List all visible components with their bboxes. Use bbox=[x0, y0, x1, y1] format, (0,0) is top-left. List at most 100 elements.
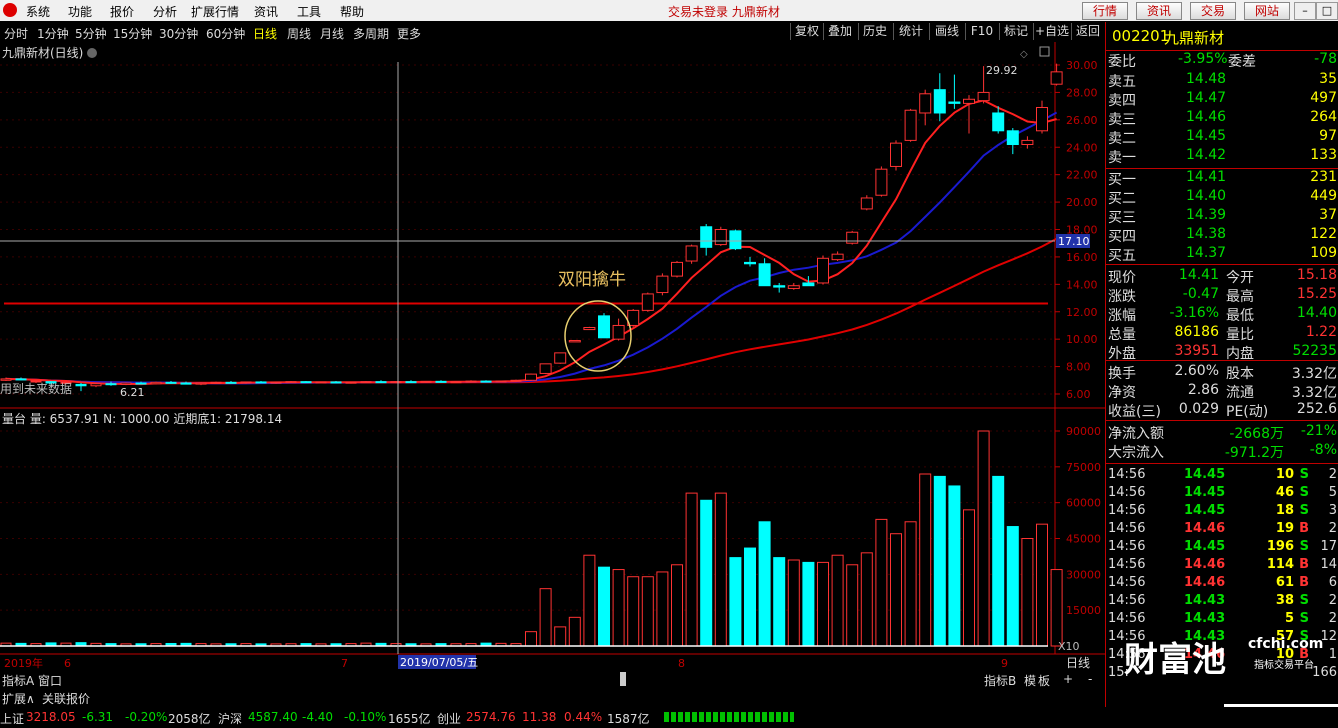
stats-button[interactable]: 统计 bbox=[893, 23, 928, 40]
candle-body bbox=[450, 381, 462, 384]
period-more[interactable]: 更多 bbox=[397, 25, 421, 42]
f10-button[interactable]: F10 bbox=[965, 23, 998, 40]
candle-body bbox=[195, 382, 207, 385]
volume-bar bbox=[860, 552, 873, 647]
volume-series bbox=[0, 430, 1063, 647]
hs-label[interactable]: 沪深 bbox=[218, 710, 242, 727]
sh-label[interactable]: 上证 bbox=[0, 710, 24, 727]
menu-function[interactable]: 功能 bbox=[68, 3, 92, 20]
period-daily[interactable]: 日线 bbox=[253, 25, 277, 42]
tick-volume: 46 bbox=[1275, 485, 1294, 500]
menu-help[interactable]: 帮助 bbox=[340, 3, 364, 20]
minimize-button[interactable]: – bbox=[1294, 2, 1316, 20]
volume-bar bbox=[787, 559, 800, 647]
date-axis-view[interactable]: 日线 bbox=[1066, 656, 1090, 670]
pane-max-icon[interactable] bbox=[1039, 46, 1050, 57]
candle-body bbox=[75, 383, 87, 387]
zoom-in-button[interactable]: + bbox=[1063, 672, 1073, 686]
volume-bar bbox=[525, 631, 537, 647]
chart-area[interactable]: 30.0028.0026.0024.0022.0020.0018.0016.00… bbox=[0, 42, 1105, 688]
volume-bar bbox=[992, 475, 1005, 647]
tab-indicator-b[interactable]: 指标B bbox=[984, 672, 1016, 689]
price-stats: 现价 14.41 今开 15.18 涨跌 -0.47 最高 15.25 涨幅 -3.16% 最低 14… bbox=[1106, 264, 1338, 362]
candle-body bbox=[300, 381, 312, 384]
candle-body bbox=[612, 324, 625, 340]
bid-row: 买三 14.39 37 bbox=[1106, 207, 1338, 226]
chart-options-icon[interactable] bbox=[87, 48, 97, 58]
period-monthly[interactable]: 月线 bbox=[320, 25, 344, 42]
add-watchlist-button[interactable]: +自选 bbox=[1033, 23, 1070, 40]
cy-label[interactable]: 创业 bbox=[437, 710, 461, 727]
period-1min[interactable]: 1分钟 bbox=[37, 25, 69, 42]
tick-side: S bbox=[1299, 503, 1309, 518]
candle-body bbox=[583, 327, 596, 331]
candle-body bbox=[744, 261, 756, 265]
chart-title: 九鼎新材(日线) bbox=[2, 45, 83, 60]
period-15min[interactable]: 15分钟 bbox=[113, 25, 152, 42]
period-timeshare[interactable]: 分时 bbox=[4, 25, 28, 42]
candle-body bbox=[671, 261, 683, 277]
stat-value: 52235 bbox=[1292, 343, 1337, 359]
menu-extended[interactable]: 扩展行情 bbox=[191, 3, 239, 20]
menu-quote[interactable]: 报价 bbox=[110, 3, 134, 20]
bid-price: 14.41 bbox=[1186, 169, 1227, 185]
stat-value: 15.25 bbox=[1296, 286, 1337, 302]
tick-row: 14:56 14.43 38 S 2 bbox=[1106, 593, 1338, 611]
candle-body bbox=[315, 381, 327, 384]
candle-body bbox=[817, 257, 829, 284]
tab-window[interactable]: 窗口 bbox=[38, 672, 62, 689]
watermark-title: 财富池 bbox=[1124, 640, 1226, 680]
period-multi[interactable]: 多周期 bbox=[353, 25, 389, 42]
crosshair-price-label: 17.10 bbox=[1058, 235, 1090, 248]
zoom-out-button[interactable]: - bbox=[1088, 672, 1092, 686]
tab-related-quote[interactable]: 关联报价 bbox=[42, 690, 90, 707]
mark-button[interactable]: 标记 bbox=[999, 23, 1032, 40]
market-breadth-bar bbox=[664, 712, 794, 722]
ask-volume: 264 bbox=[1310, 109, 1337, 125]
menu-tools[interactable]: 工具 bbox=[297, 3, 321, 20]
tick-row: 14:56 14.45 46 S 5 bbox=[1106, 485, 1338, 503]
volume-bar bbox=[919, 473, 932, 647]
history-button[interactable]: 历史 bbox=[858, 23, 891, 40]
tick-list[interactable]: 14:56 14.45 10 S 2 14:56 14.45 46 S 5 14:56 14.45 18… bbox=[1106, 463, 1338, 680]
period-weekly[interactable]: 周线 bbox=[287, 25, 311, 42]
candle-body bbox=[210, 381, 222, 384]
period-5min[interactable]: 5分钟 bbox=[75, 25, 107, 42]
stat-label: 涨跌 bbox=[1108, 289, 1136, 305]
ma-long-line bbox=[5, 237, 1058, 384]
candle-body bbox=[1006, 130, 1019, 146]
template-button[interactable]: 模 bbox=[1024, 672, 1036, 689]
market-button[interactable]: 行情 bbox=[1082, 2, 1128, 20]
maximize-button[interactable]: □ bbox=[1316, 2, 1338, 20]
stat-row: 涨跌 -0.47 最高 15.25 bbox=[1106, 286, 1338, 305]
website-button[interactable]: 网站 bbox=[1244, 2, 1290, 20]
draw-button[interactable]: 画线 bbox=[929, 23, 964, 40]
tick-count: 6 bbox=[1328, 575, 1337, 590]
menu-news[interactable]: 资讯 bbox=[254, 3, 278, 20]
trade-button[interactable]: 交易 bbox=[1190, 2, 1236, 20]
overlay-button[interactable]: 叠加 bbox=[823, 23, 856, 40]
ask-level-label: 卖五 bbox=[1108, 74, 1136, 90]
adjust-button[interactable]: 复权 bbox=[790, 23, 823, 40]
tab-indicator-a[interactable]: 指标A bbox=[2, 672, 34, 689]
scroll-handle[interactable] bbox=[620, 672, 626, 686]
ask-price: 14.48 bbox=[1186, 71, 1227, 87]
stat-label: 换手 bbox=[1108, 366, 1136, 382]
fund-flow: 净流入额 -2668万 -21% 大宗流入 -971.2万 -8% bbox=[1106, 420, 1338, 461]
candle-body bbox=[831, 253, 844, 261]
volume-tick-label: 15000 bbox=[1066, 604, 1101, 617]
candle-body bbox=[685, 245, 698, 262]
candle-body bbox=[90, 383, 102, 387]
tab-extend[interactable]: 扩展∧ bbox=[2, 690, 35, 707]
panel-button[interactable]: 板 bbox=[1038, 672, 1050, 689]
tick-time: 14:56 bbox=[1108, 539, 1146, 554]
menu-analysis[interactable]: 分析 bbox=[153, 3, 177, 20]
period-30min[interactable]: 30分钟 bbox=[159, 25, 198, 42]
back-button[interactable]: 返回 bbox=[1071, 23, 1104, 40]
high-price-label: 29.92 bbox=[986, 64, 1018, 77]
volume-bar bbox=[539, 588, 552, 647]
bid-level-label: 买二 bbox=[1108, 191, 1136, 207]
menu-system[interactable]: 系统 bbox=[26, 3, 50, 20]
news-button[interactable]: 资讯 bbox=[1136, 2, 1182, 20]
period-60min[interactable]: 60分钟 bbox=[206, 25, 245, 42]
